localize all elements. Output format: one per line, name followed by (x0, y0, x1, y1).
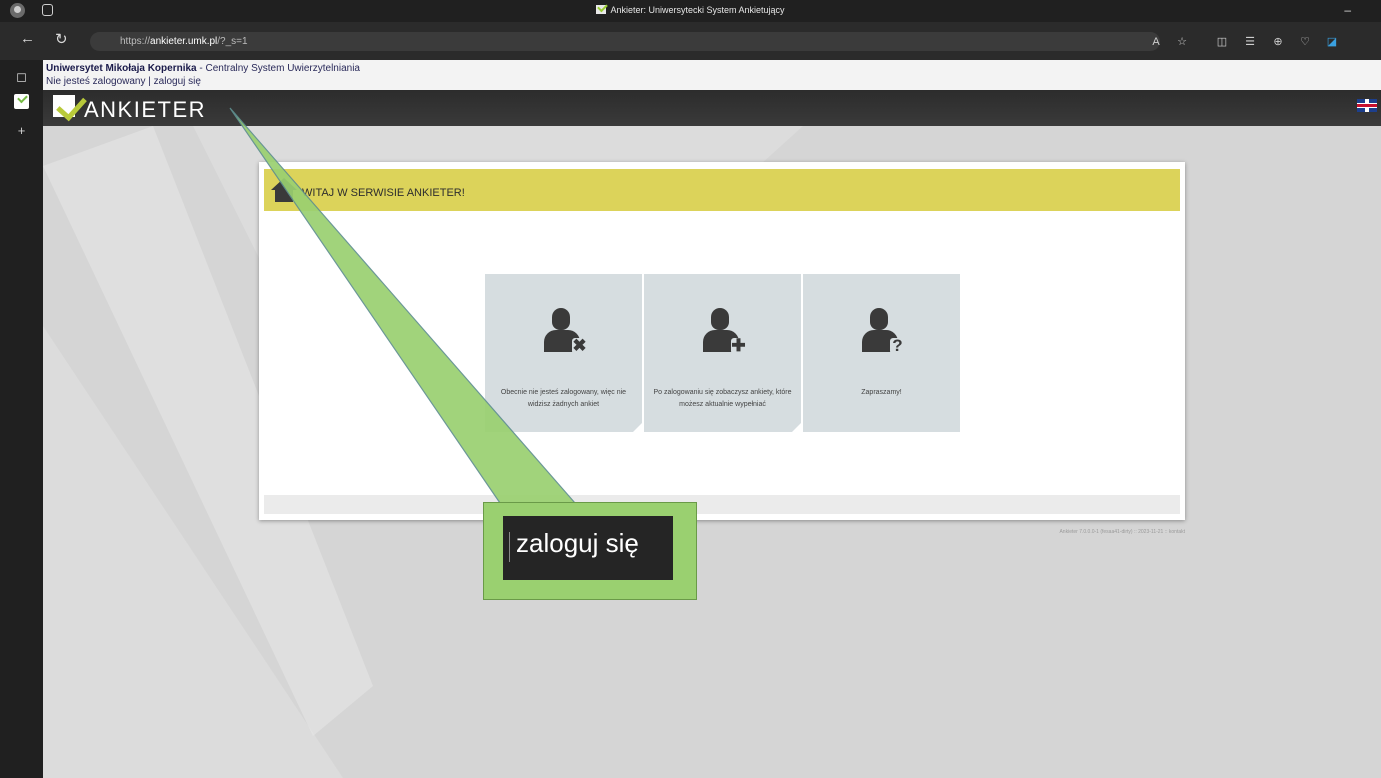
welcome-banner: WITAJ W SERWISIE ANKIETER! (264, 169, 1180, 211)
tab-ankieter[interactable] (14, 94, 29, 109)
cas-bar: Uniwersytet Mikołaja Kopernika - Central… (43, 60, 1381, 90)
window-title-bar: Ankieter: Uniwersytecki System Ankietują… (0, 0, 1381, 22)
favorite-star-icon[interactable]: ☆ (1176, 36, 1188, 48)
tile-welcome: ? Zapraszamy! (803, 274, 960, 432)
tile-not-logged-in: ✖ Obecnie nie jesteś zalogowany, więc ni… (485, 274, 642, 432)
english-flag-icon[interactable] (1357, 99, 1377, 112)
callout-text: zaloguj się (516, 528, 639, 558)
cas-title: Uniwersytet Mikołaja Kopernika - Central… (46, 63, 360, 74)
read-aloud-icon[interactable]: A (1150, 36, 1162, 48)
login-status: Nie jesteś zalogowany | zaloguj się (46, 76, 201, 87)
address-bar-row: ← ↻ https://ankieter.umk.pl/?_s=1 A ☆ ◫ … (0, 22, 1381, 60)
back-icon[interactable]: ← (20, 30, 35, 47)
card-footer (264, 495, 1180, 514)
window-title: Ankieter: Uniwersytecki System Ankietują… (0, 5, 1381, 15)
tab-actions-menu-icon[interactable]: ◻ (15, 70, 28, 83)
welcome-card: WITAJ W SERWISIE ANKIETER! ✖ Obecnie nie… (259, 162, 1185, 520)
site-header: ANKIETER (43, 90, 1381, 126)
collections-icon[interactable]: ⊕ (1272, 36, 1284, 48)
welcome-title: WITAJ W SERWISIE ANKIETER! (302, 187, 465, 199)
user-x-icon: ✖ (543, 308, 588, 354)
user-plus-icon: ✚ (702, 308, 747, 354)
version-footer: Ankieter 7.0.0.0-1 (fesaa41-dirty) :: 20… (1059, 529, 1185, 535)
ankieter-favicon-icon (596, 5, 607, 14)
vertical-tabs-sidebar: ◻ + (0, 60, 43, 778)
split-screen-icon[interactable]: ◫ (1216, 36, 1228, 48)
url-field[interactable]: https://ankieter.umk.pl/?_s=1 (90, 32, 1160, 51)
callout-zoom: zaloguj się (503, 516, 673, 580)
refresh-icon[interactable]: ↻ (55, 30, 68, 48)
new-tab-icon[interactable]: + (15, 124, 28, 137)
favorites-icon[interactable]: ☰ (1244, 36, 1256, 48)
tile-after-login: ✚ Po zalogowaniu się zobaczysz ankiety, … (644, 274, 801, 432)
web-page: Uniwersytet Mikołaja Kopernika - Central… (43, 60, 1381, 778)
logo-check-icon (53, 95, 83, 121)
edge-icon[interactable]: ◪ (1326, 36, 1338, 48)
text-cursor (509, 532, 510, 562)
browser-essentials-icon[interactable]: ♡ (1299, 36, 1311, 48)
minimize-icon[interactable]: – (1344, 3, 1351, 17)
user-question-icon: ? (861, 308, 906, 354)
login-link[interactable]: zaloguj się (154, 76, 201, 87)
home-icon[interactable] (271, 178, 297, 204)
callout-box: zaloguj się (483, 502, 697, 600)
